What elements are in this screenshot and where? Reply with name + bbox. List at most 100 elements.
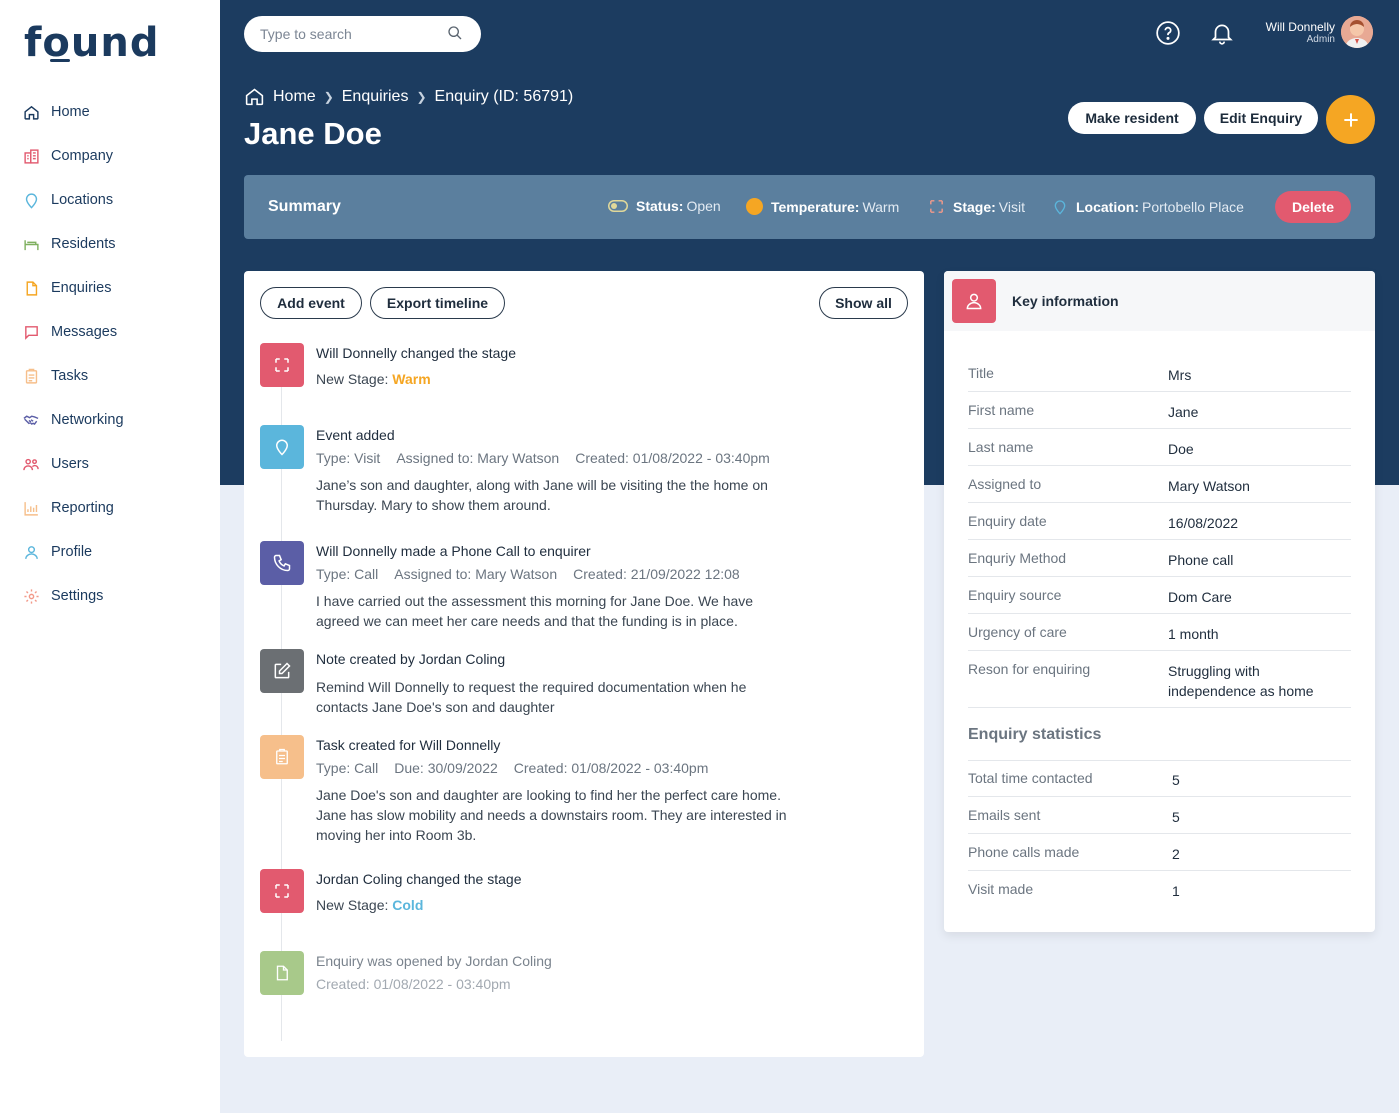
person-icon (952, 279, 996, 323)
info-row: Enquiry source Dom Care (968, 587, 1351, 614)
user-menu[interactable]: Will Donnelly Admin (1266, 16, 1373, 48)
key-information-title: Key information (1012, 293, 1119, 309)
info-value: Dom Care (1168, 589, 1232, 605)
event-title: Event added (316, 427, 395, 443)
info-label: Enquiry source (968, 587, 1062, 603)
show-all-button[interactable]: Show all (819, 287, 908, 319)
event-meta: Type: Call Due: 30/09/2022 Created: 01/08/… (316, 759, 836, 777)
event-text: Remind Will Donnelly to request the requ… (316, 679, 747, 715)
stage-value: Warm (392, 371, 431, 387)
status-item[interactable]: Status: Open (608, 198, 721, 214)
make-resident-button[interactable]: Make resident (1068, 102, 1196, 134)
search-bar[interactable] (244, 16, 481, 52)
sidebar-item-home[interactable]: Home (22, 90, 124, 134)
avatar[interactable] (1341, 16, 1373, 48)
event-assigned: Assigned to: Mary Watson (396, 450, 560, 466)
help-icon[interactable] (1155, 20, 1181, 51)
sidebar-item-tasks[interactable]: Tasks (22, 354, 124, 398)
sidebar-item-label: Messages (51, 324, 118, 340)
add-button[interactable] (1326, 95, 1375, 144)
sidebar-item-company[interactable]: Company (22, 134, 124, 178)
event-title: Will Donnelly made a Phone Call to enqui… (316, 543, 591, 559)
add-event-button[interactable]: Add event (260, 287, 362, 319)
status-label: Status: (636, 198, 684, 214)
sidebar-item-enquiries[interactable]: Enquiries (22, 266, 124, 310)
temperature-item[interactable]: Temperature: Warm (746, 198, 899, 215)
event-meta: Type: Call Assigned to: Mary Watson Create… (316, 565, 836, 583)
document-icon (22, 279, 40, 297)
event-created: Created: 01/08/2022 - 03:40pm (316, 976, 511, 992)
sidebar-item-reporting[interactable]: Reporting (22, 486, 124, 530)
sidebar-item-networking[interactable]: Networking (22, 398, 124, 442)
info-value: Mary Watson (1168, 478, 1250, 494)
search-input[interactable] (260, 26, 447, 42)
stage-value: Cold (392, 897, 424, 913)
event-due: Due: 30/09/2022 (394, 760, 498, 776)
sidebar-item-locations[interactable]: Locations (22, 178, 124, 222)
stat-label: Emails sent (968, 807, 1041, 823)
chevron-right-icon: ❯ (323, 89, 334, 104)
toggle-icon (608, 200, 628, 212)
event-title: Task created for Will Donnelly (316, 737, 501, 753)
delete-button[interactable]: Delete (1275, 191, 1351, 223)
sidebar-item-users[interactable]: Users (22, 442, 124, 486)
stat-value: 5 (1172, 809, 1180, 825)
logo[interactable]: found (24, 20, 159, 66)
event-type: Type: Call (316, 760, 379, 776)
message-icon (22, 323, 40, 341)
logo-underline (50, 59, 70, 62)
page-title: Jane Doe (244, 116, 382, 151)
info-value: Jane (1168, 404, 1199, 420)
home-icon[interactable] (244, 86, 265, 107)
key-information-card: Key information Title Mrs First name Jane … (944, 271, 1375, 932)
stage-item[interactable]: Stage: Visit (928, 198, 1025, 215)
location-label: Location: (1076, 199, 1139, 215)
stat-row: Emails sent 5 (968, 807, 1351, 834)
chevron-right-icon: ❯ (416, 89, 427, 104)
bar-chart-icon (22, 499, 40, 517)
export-timeline-button[interactable]: Export timeline (370, 287, 505, 319)
refresh-icon (260, 869, 304, 913)
users-icon (22, 455, 40, 473)
info-label: Assigned to (968, 476, 1042, 492)
info-label: Title (968, 365, 994, 381)
info-value: 1 month (1168, 626, 1219, 642)
search-icon[interactable] (447, 25, 465, 43)
stage-prefix: New Stage: (316, 897, 389, 913)
timeline-card: Add event Export timeline Show all Will … (244, 271, 924, 1057)
key-information-header: Key information (944, 271, 1375, 331)
sidebar-item-messages[interactable]: Messages (22, 310, 124, 354)
event-title: Will Donnelly changed the stage (316, 345, 517, 361)
breadcrumb-current: Enquiry (ID: 56791) (434, 87, 574, 105)
plus-icon (1341, 110, 1361, 130)
location-pin-icon (1052, 198, 1068, 216)
breadcrumb-enquiries[interactable]: Enquiries (342, 88, 409, 106)
stat-row: Phone calls made 2 (968, 844, 1351, 871)
gear-icon (22, 587, 40, 605)
stat-label: Total time contacted (968, 770, 1093, 786)
stat-label: Visit made (968, 881, 1034, 897)
sidebar-item-settings[interactable]: Settings (22, 574, 124, 618)
location-item[interactable]: Location: Portobello Place (1052, 198, 1244, 216)
summary-bar: Summary Status: Open Temperature: Warm S… (244, 175, 1375, 239)
sidebar-item-profile[interactable]: Profile (22, 530, 124, 574)
info-row: Urgency of care 1 month (968, 624, 1351, 651)
info-row: First name Jane (968, 402, 1351, 429)
sidebar-item-residents[interactable]: Residents (22, 222, 124, 266)
temperature-label: Temperature: (771, 198, 860, 215)
breadcrumb-home[interactable]: Home (273, 88, 316, 106)
event-meta: Type: Visit Assigned to: Mary Watson Creat… (316, 449, 836, 467)
info-row: Enquriy Method Phone call (968, 550, 1351, 577)
edit-enquiry-button[interactable]: Edit Enquiry (1204, 102, 1318, 134)
temperature-dot-icon (746, 198, 763, 215)
bell-icon[interactable] (1209, 20, 1235, 51)
info-value: Doe (1168, 441, 1194, 457)
location-pin-icon (260, 425, 304, 469)
stat-label: Phone calls made (968, 844, 1080, 860)
sidebar-item-label: Enquiries (51, 280, 112, 296)
info-value: Struggling with independence as home (1168, 663, 1314, 699)
info-row: Last name Doe (968, 439, 1351, 466)
sidebar-item-label: Residents (51, 236, 116, 252)
info-value: Mrs (1168, 367, 1192, 383)
event-title: Jordan Coling changed the stage (316, 871, 522, 887)
